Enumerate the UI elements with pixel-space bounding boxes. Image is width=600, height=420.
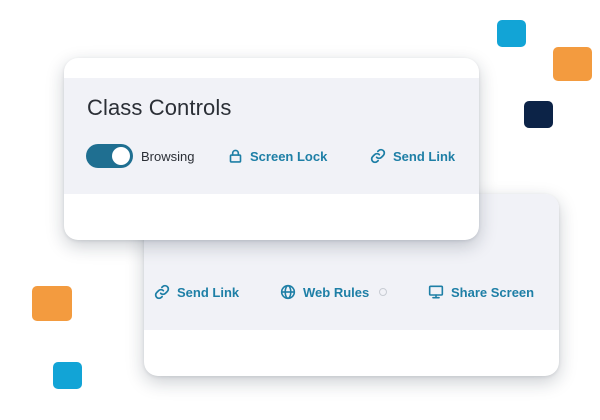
send-link-button-secondary[interactable]: Send Link	[154, 284, 239, 300]
lock-icon	[228, 148, 243, 164]
web-rules-button[interactable]: Web Rules	[280, 284, 388, 300]
screen-lock-button[interactable]: Screen Lock	[228, 148, 327, 164]
web-rules-status-indicator	[379, 288, 388, 296]
send-link-label: Send Link	[177, 284, 240, 300]
decor-square-navy	[524, 101, 553, 128]
stage: Send Link Web Rules Share Screen Class C…	[0, 0, 600, 420]
share-screen-label: Share Screen	[451, 284, 535, 300]
send-link-button[interactable]: Send Link	[370, 148, 455, 164]
link-icon	[154, 284, 170, 300]
send-link-label: Send Link	[393, 148, 456, 164]
browsing-toggle-control[interactable]: Browsing	[86, 144, 194, 168]
browsing-label: Browsing	[141, 148, 195, 164]
browsing-toggle[interactable]	[86, 144, 133, 168]
class-controls-title: Class Controls	[87, 95, 232, 120]
screen-lock-label: Screen Lock	[250, 148, 328, 164]
share-screen-button[interactable]: Share Screen	[428, 284, 534, 300]
decor-square-orange-bottom	[32, 286, 72, 321]
monitor-icon	[428, 284, 444, 300]
decor-square-orange-top	[553, 47, 592, 81]
globe-icon	[280, 284, 296, 300]
link-icon	[370, 148, 386, 164]
decor-square-cyan-top	[497, 20, 526, 47]
web-rules-label: Web Rules	[303, 284, 370, 300]
class-controls-card: Class Controls Browsing Screen Lock Send…	[64, 58, 479, 240]
decor-square-cyan-bottom	[53, 362, 82, 389]
toggle-knob	[112, 147, 130, 165]
